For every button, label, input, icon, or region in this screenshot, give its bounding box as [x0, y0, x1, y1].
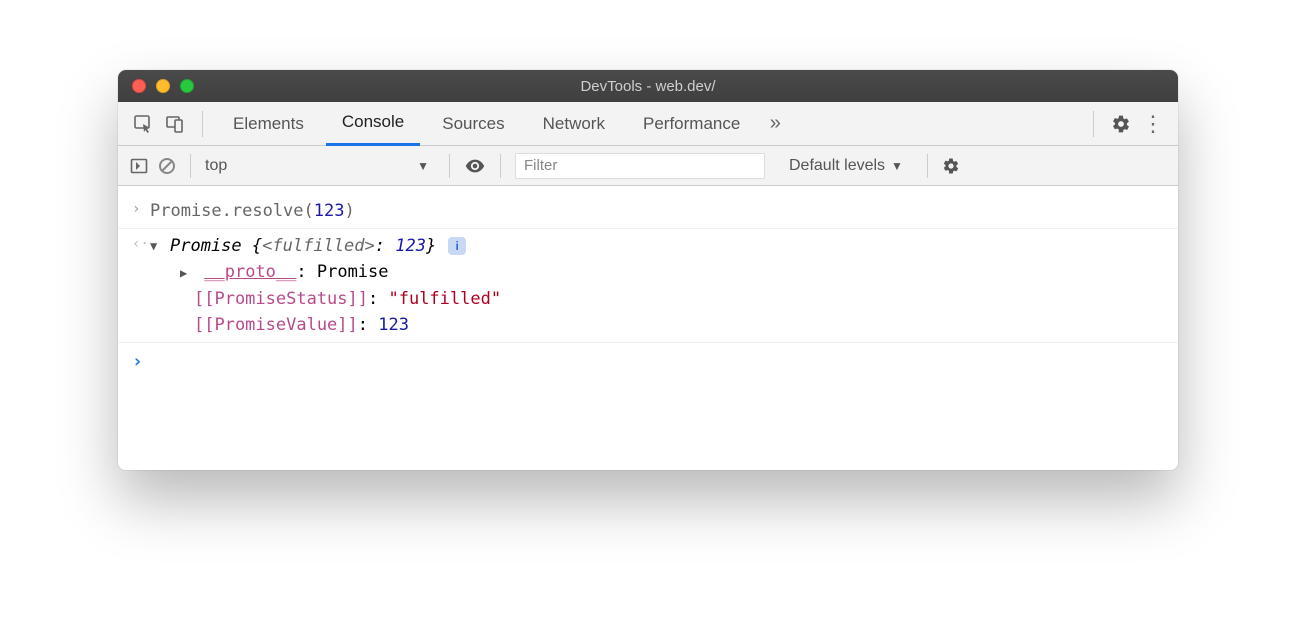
expand-toggle-icon[interactable]: ▶ [180, 260, 194, 286]
console-toolbar: top ▼ Default levels ▼ [118, 146, 1178, 186]
device-toolbar-icon[interactable] [162, 111, 188, 137]
context-selector[interactable]: top ▼ [205, 157, 435, 175]
info-badge-icon[interactable]: i [448, 237, 466, 255]
tab-network[interactable]: Network [527, 102, 621, 146]
token-number: 123 [314, 201, 345, 221]
live-expression-icon[interactable] [464, 155, 486, 177]
tab-console[interactable]: Console [326, 102, 420, 146]
settings-gear-icon[interactable] [1108, 111, 1134, 137]
dropdown-icon: ▼ [891, 159, 903, 173]
tab-sources[interactable]: Sources [426, 102, 520, 146]
console-input-echo[interactable]: › Promise.resolve(123) [118, 194, 1178, 229]
kebab-menu-icon[interactable]: ⋮ [1140, 111, 1166, 137]
code-line: Promise.resolve(123) [150, 198, 355, 224]
prompt-caret-icon: › [132, 351, 143, 372]
tab-performance[interactable]: Performance [627, 102, 756, 146]
console-prompt[interactable]: › [118, 343, 1178, 380]
value: 123 [395, 236, 426, 256]
clear-console-icon[interactable] [158, 157, 176, 175]
token: ) [344, 201, 354, 221]
result-header[interactable]: ▼ Promise {<fulfilled>: 123} i [150, 233, 501, 259]
separator [190, 154, 191, 178]
filter-input[interactable] [515, 153, 765, 179]
property-key: [[PromiseValue]] [194, 315, 358, 335]
inspect-element-icon[interactable] [130, 111, 156, 137]
console-settings-gear-icon[interactable] [942, 157, 960, 175]
token: Promise.resolve( [150, 201, 314, 221]
tab-label: Performance [643, 114, 740, 134]
panel-tabs: Elements Console Sources Network Perform… [118, 102, 1178, 146]
brace: } [426, 236, 436, 256]
tab-label: Console [342, 112, 404, 132]
property-value: Promise [317, 262, 389, 282]
property-row[interactable]: ▶ __proto__: Promise [150, 259, 501, 286]
input-caret-icon: › [132, 198, 150, 220]
property-key: __proto__ [204, 262, 296, 282]
brace: { [252, 236, 262, 256]
console-result[interactable]: ‹· ▼ Promise {<fulfilled>: 123} i ▶ __pr… [118, 229, 1178, 343]
devtools-window: DevTools - web.dev/ Elements Console Sou… [118, 70, 1178, 470]
property-row[interactable]: [[PromiseStatus]]: "fulfilled" [164, 286, 501, 312]
context-label: top [205, 157, 227, 175]
sep: : [375, 236, 385, 256]
separator [927, 154, 928, 178]
property-key: [[PromiseStatus]] [194, 289, 368, 309]
object-type: Promise [170, 236, 242, 256]
tab-elements[interactable]: Elements [217, 102, 320, 146]
property-value: "fulfilled" [388, 289, 501, 309]
tab-label: Network [543, 114, 605, 134]
property-row[interactable]: [[PromiseValue]]: 123 [164, 312, 501, 338]
collapse-toggle-icon[interactable]: ▼ [150, 233, 164, 259]
output-caret-icon: ‹· [132, 233, 150, 255]
more-tabs-icon[interactable]: » [762, 111, 788, 137]
log-levels-selector[interactable]: Default levels ▼ [789, 157, 903, 175]
tab-label: Sources [442, 114, 504, 134]
window-title: DevTools - web.dev/ [118, 78, 1178, 95]
levels-label: Default levels [789, 157, 885, 175]
titlebar: DevTools - web.dev/ [118, 70, 1178, 102]
separator [1093, 111, 1094, 137]
console-output: › Promise.resolve(123) ‹· ▼ Promise {<fu… [118, 186, 1178, 470]
state-label: <fulfilled> [262, 236, 375, 256]
separator [202, 111, 203, 137]
dropdown-icon: ▼ [417, 159, 429, 173]
property-value: 123 [378, 315, 409, 335]
tab-label: Elements [233, 114, 304, 134]
toggle-sidebar-icon[interactable] [130, 157, 148, 175]
separator [500, 154, 501, 178]
separator [449, 154, 450, 178]
